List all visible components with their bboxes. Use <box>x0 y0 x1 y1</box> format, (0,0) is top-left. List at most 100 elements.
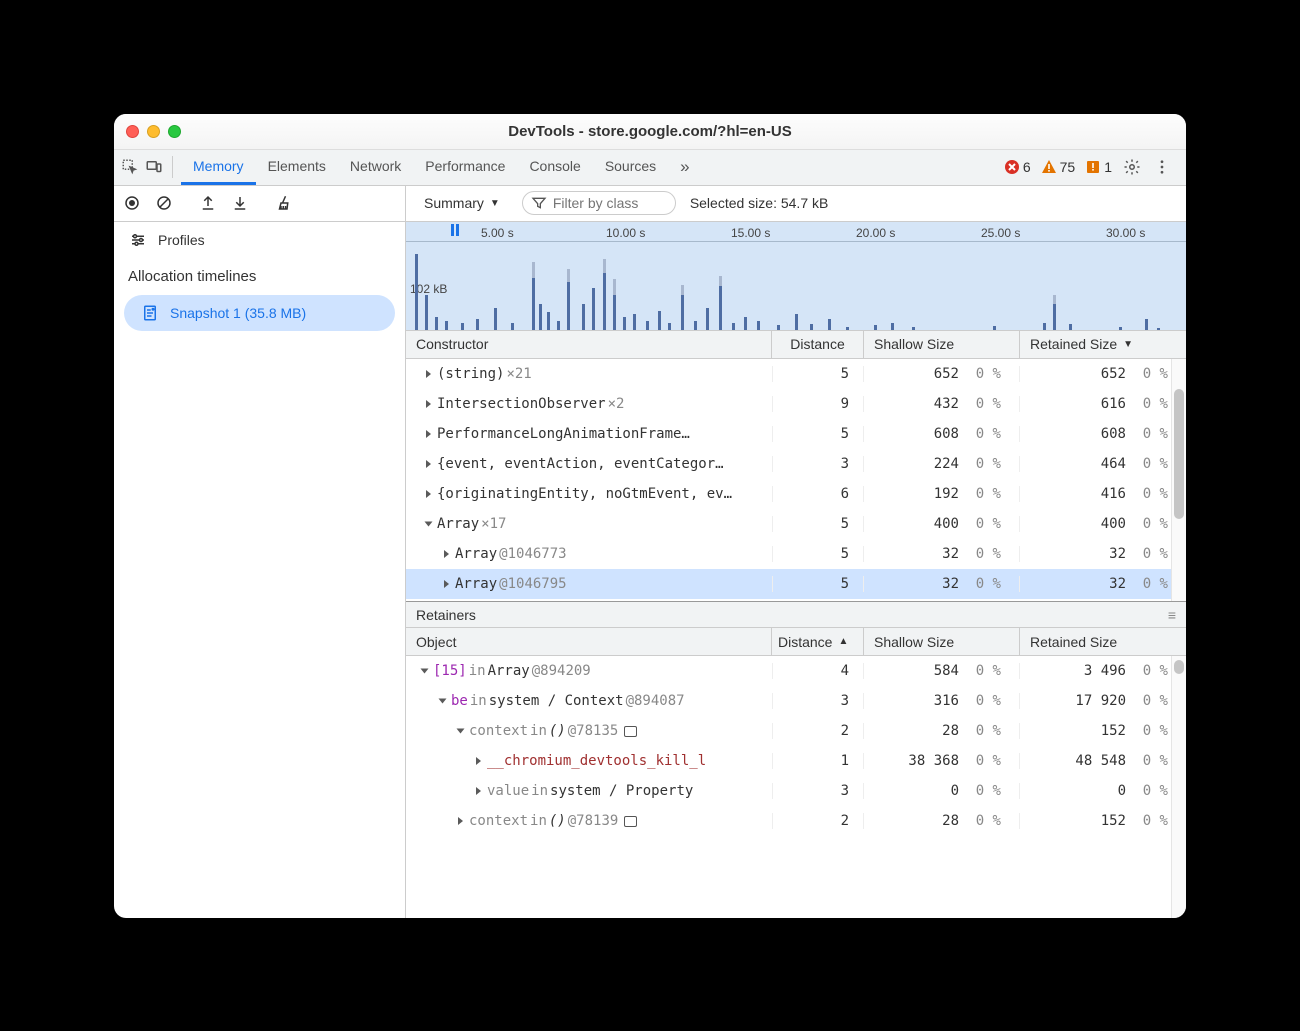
table-row[interactable]: (string) ×2156520 %6520 % <box>406 359 1186 389</box>
retainers-menu-icon[interactable]: ≡ <box>1168 607 1176 623</box>
sort-asc-icon: ▲ <box>838 636 848 647</box>
window-title: DevTools - store.google.com/?hl=en-US <box>114 123 1186 140</box>
retainers-panel: Retainers ≡ Object Distance▲ Shallow Siz… <box>406 602 1186 917</box>
tab-performance[interactable]: Performance <box>413 150 517 185</box>
view-dropdown[interactable]: Summary ▼ <box>416 191 508 215</box>
tab-network[interactable]: Network <box>338 150 413 185</box>
close-window-button[interactable] <box>126 125 139 138</box>
allocation-bar <box>846 327 849 330</box>
kebab-icon[interactable] <box>1152 157 1172 177</box>
col-r-retained[interactable]: Retained Size <box>1020 628 1186 655</box>
allocation-bar <box>1043 323 1046 330</box>
table-row[interactable]: {event, eventAction, eventCategor…32240 … <box>406 449 1186 479</box>
expand-icon[interactable] <box>426 460 431 468</box>
allocation-timeline[interactable]: 5.00 s10.00 s15.00 s20.00 s25.00 s30.00 … <box>406 222 1186 331</box>
expand-icon[interactable] <box>426 490 431 498</box>
table-row[interactable]: Array ×1754000 %4000 % <box>406 509 1186 539</box>
clear-icon[interactable] <box>154 193 174 213</box>
retainer-row[interactable]: value in system / Property300 %00 % <box>406 776 1186 806</box>
allocation-bar <box>1053 304 1056 330</box>
col-retained[interactable]: Retained Size▼ <box>1020 331 1186 358</box>
allocation-bar <box>706 308 709 330</box>
table-row[interactable]: Array @10467955320 %320 % <box>406 569 1186 599</box>
col-distance[interactable]: Distance <box>772 331 864 358</box>
expand-icon[interactable] <box>476 787 481 795</box>
retainer-row[interactable]: __chromium_devtools_kill_l138 3680 %48 5… <box>406 746 1186 776</box>
upload-icon[interactable] <box>198 193 218 213</box>
constructor-table: Constructor Distance Shallow Size Retain… <box>406 331 1186 603</box>
retainer-row[interactable]: be in system / Context @89408733160 %17 … <box>406 686 1186 716</box>
expand-icon[interactable] <box>444 550 449 558</box>
col-constructor[interactable]: Constructor <box>406 331 772 358</box>
allocation-bar <box>633 314 636 330</box>
error-count[interactable]: 6 <box>1004 159 1031 175</box>
allocation-bar <box>658 311 661 330</box>
expand-icon[interactable] <box>457 729 465 734</box>
broom-icon[interactable] <box>274 193 294 213</box>
expand-icon[interactable] <box>421 669 429 674</box>
col-object[interactable]: Object <box>406 628 772 655</box>
allocation-bar <box>623 317 626 330</box>
sort-desc-icon: ▼ <box>1123 339 1133 350</box>
allocation-bar <box>511 323 514 329</box>
expand-icon[interactable] <box>476 757 481 765</box>
allocation-bar <box>1119 327 1122 330</box>
record-icon[interactable] <box>122 193 142 213</box>
device-icon[interactable] <box>144 157 164 177</box>
expand-icon[interactable] <box>458 817 463 825</box>
tab-elements[interactable]: Elements <box>256 150 338 185</box>
retainer-row[interactable]: context in () @781352280 %1520 % <box>406 716 1186 746</box>
gear-icon[interactable] <box>1122 157 1142 177</box>
col-shallow[interactable]: Shallow Size <box>864 331 1020 358</box>
minimize-window-button[interactable] <box>147 125 160 138</box>
table-row[interactable]: IntersectionObserver ×294320 %6160 % <box>406 389 1186 419</box>
allocation-bar <box>719 286 722 329</box>
allocation-bar <box>1145 319 1148 329</box>
table-row[interactable]: Array @10467735320 %320 % <box>406 539 1186 569</box>
more-tabs-icon[interactable]: » <box>680 157 689 177</box>
window-controls <box>126 125 181 138</box>
selected-size-label: Selected size: 54.7 kB <box>690 195 829 211</box>
expand-icon[interactable] <box>426 430 431 438</box>
retainers-label: Retainers <box>416 607 476 623</box>
allocation-bar <box>582 304 585 330</box>
snapshot-label: Snapshot 1 (35.8 MB) <box>170 305 306 321</box>
retainers-scrollbar[interactable] <box>1171 656 1186 917</box>
allocation-bar <box>744 317 747 330</box>
tab-memory[interactable]: Memory <box>181 150 256 185</box>
tab-sources[interactable]: Sources <box>593 150 668 185</box>
expand-icon[interactable] <box>439 699 447 704</box>
table-scrollbar[interactable] <box>1171 359 1186 602</box>
table-row[interactable]: Array @10472815320 %320 % <box>406 599 1186 602</box>
main-toolbar: MemoryElementsNetworkPerformanceConsoleS… <box>114 150 1186 186</box>
allocation-bar <box>415 254 418 330</box>
issue-count[interactable]: 1 <box>1085 159 1112 175</box>
table-row[interactable]: PerformanceLongAnimationFrame…56080 %608… <box>406 419 1186 449</box>
warning-count[interactable]: 75 <box>1041 159 1076 175</box>
col-r-shallow[interactable]: Shallow Size <box>864 628 1020 655</box>
expand-icon[interactable] <box>425 521 433 526</box>
time-tick: 20.00 s <box>856 226 895 240</box>
retainer-row[interactable]: [15] in Array @89420945840 %3 4960 % <box>406 656 1186 686</box>
table-row[interactable]: {originatingEntity, noGtmEvent, ev…61920… <box>406 479 1186 509</box>
allocation-bar <box>461 323 464 330</box>
expand-icon[interactable] <box>426 400 431 408</box>
allocation-bar <box>435 317 438 330</box>
filter-text-field[interactable] <box>553 195 663 211</box>
zoom-window-button[interactable] <box>168 125 181 138</box>
allocation-bar <box>567 282 570 329</box>
expand-icon[interactable] <box>444 580 449 588</box>
col-r-distance[interactable]: Distance▲ <box>772 628 864 655</box>
time-tick: 15.00 s <box>731 226 770 240</box>
allocation-bar <box>993 326 996 329</box>
tab-console[interactable]: Console <box>517 150 592 185</box>
filter-input[interactable] <box>522 191 676 215</box>
retainer-row[interactable]: context in () @781392280 %1520 % <box>406 806 1186 836</box>
download-icon[interactable] <box>230 193 250 213</box>
devtools-window: DevTools - store.google.com/?hl=en-US Me… <box>114 114 1186 918</box>
snapshot-item[interactable]: Snapshot 1 (35.8 MB) <box>124 295 395 331</box>
allocation-bar <box>646 321 649 330</box>
expand-icon[interactable] <box>426 370 431 378</box>
inspect-icon[interactable] <box>120 157 140 177</box>
allocation-bar <box>532 278 535 330</box>
